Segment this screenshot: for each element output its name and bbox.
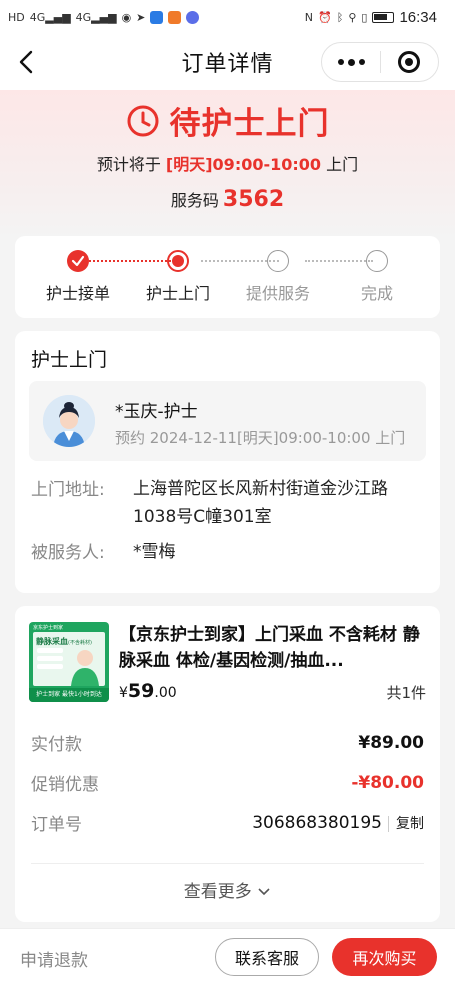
battery-icon: [372, 11, 395, 23]
step-accepted: 护士接单: [33, 250, 123, 304]
nfc-icon: N: [304, 10, 314, 24]
refund-link[interactable]: 申请退款: [20, 946, 88, 971]
bluetooth-icon: ᛒ: [336, 10, 344, 24]
step-complete: 完成: [332, 250, 422, 304]
service-code: 服务码 3562: [170, 187, 285, 212]
clock: 16:34: [399, 8, 437, 26]
address-value: 上海普陀区长风新村街道金沙江路1038号C幢301室: [133, 479, 388, 527]
back-button[interactable]: [14, 46, 42, 78]
product-quantity: 共1件: [386, 684, 426, 702]
service-code-value: 3562: [222, 187, 285, 212]
app-icon: [150, 10, 164, 24]
buy-again-button[interactable]: 再次购买: [332, 938, 437, 976]
nurse-name: *玉庆-护士: [115, 402, 198, 422]
address-row: 上门地址: 上海普陀区长风新村街道金沙江路1038号C幢301室: [31, 475, 429, 531]
product-title[interactable]: 【京东护士到家】上门采血 不含耗材 静脉采血 体检/基因检测/抽血...: [119, 622, 427, 674]
order-card: 京东护士到家 静脉采血(不含耗材) 护士到家 最快1小时到达 【京东护士到家】上…: [15, 606, 440, 922]
send-icon: ➤: [136, 10, 146, 24]
client-row: 被服务人: *雪梅: [31, 538, 429, 566]
clock-icon: [127, 105, 158, 136]
step-on-the-way: 护士上门: [133, 250, 223, 304]
app-icon-2: [168, 10, 182, 24]
chevron-left-icon: [19, 50, 33, 74]
step-service: 提供服务: [233, 250, 323, 304]
discount-value: -¥80.00: [351, 772, 424, 793]
nurse-info[interactable]: *玉庆-护士 预约 2024-12-11[明天]09:00-10:00 上门: [29, 381, 426, 461]
order-status: 待护士上门: [169, 106, 330, 142]
product-price: ¥59.00: [119, 680, 177, 702]
eta-text: 预计将于 [明天]09:00-10:00 上门: [96, 155, 359, 174]
signal-4g-icon: 4G▂▄▆: [29, 10, 71, 24]
divider: [31, 863, 424, 864]
section-title: 护士上门: [31, 349, 108, 371]
current-step-icon: [167, 250, 189, 272]
status-bar: HD 4G▂▄▆ 4G▂▄▆ ◉ ➤ N ⏰ ᛒ ⚲ ▯ 16:34: [0, 0, 455, 34]
page-title: 订单详情: [181, 52, 274, 77]
nurse-avatar: [43, 395, 95, 447]
order-status-header: 待护士上门 预计将于 [明天]09:00-10:00 上门 服务码 3562: [0, 90, 455, 240]
alarm-icon: ⏰: [318, 10, 332, 24]
miniprogram-capsule: [321, 42, 439, 82]
order-number-row: 订单号 306868380195 复制: [31, 812, 424, 835]
discount-row: 促销优惠 -¥80.00: [31, 772, 424, 796]
close-miniprogram-button[interactable]: [381, 51, 438, 73]
pending-step-icon: [366, 250, 388, 272]
product-thumbnail[interactable]: 京东护士到家 静脉采血(不含耗材) 护士到家 最快1小时到达: [29, 622, 109, 702]
client-value: *雪梅: [133, 542, 176, 562]
chevron-down-icon: [258, 888, 270, 896]
appointment-time: 预约 2024-12-11[明天]09:00-10:00 上门: [115, 429, 406, 447]
view-more-button[interactable]: 查看更多: [15, 877, 440, 902]
nav-bar: 订单详情: [0, 34, 455, 90]
progress-card: 护士接单 护士上门 提供服务 完成: [15, 236, 440, 318]
eye-icon: ◉: [121, 10, 132, 24]
order-number: 306868380195: [252, 812, 382, 833]
paid-row: 实付款 ¥89.00: [31, 732, 424, 756]
copy-button[interactable]: 复制: [388, 815, 424, 832]
hd-icon: HD: [8, 10, 25, 24]
target-icon: [398, 51, 421, 73]
paid-value: ¥89.00: [358, 732, 424, 753]
signal-4g-icon-2: 4G▂▄▆: [75, 10, 117, 24]
more-icon[interactable]: [322, 58, 380, 66]
location-icon: ⚲: [348, 10, 357, 24]
contact-service-button[interactable]: 联系客服: [215, 938, 319, 976]
check-icon: [67, 250, 89, 272]
pending-step-icon: [267, 250, 289, 272]
app-icon-3: [186, 10, 200, 24]
bottom-action-bar: 申请退款 联系客服 再次购买: [0, 928, 455, 986]
nurse-card: 护士上门 *玉庆-护士 预约 2024-12-11[明天]09:00-10:00…: [15, 331, 440, 593]
vibrate-icon: ▯: [361, 10, 368, 24]
